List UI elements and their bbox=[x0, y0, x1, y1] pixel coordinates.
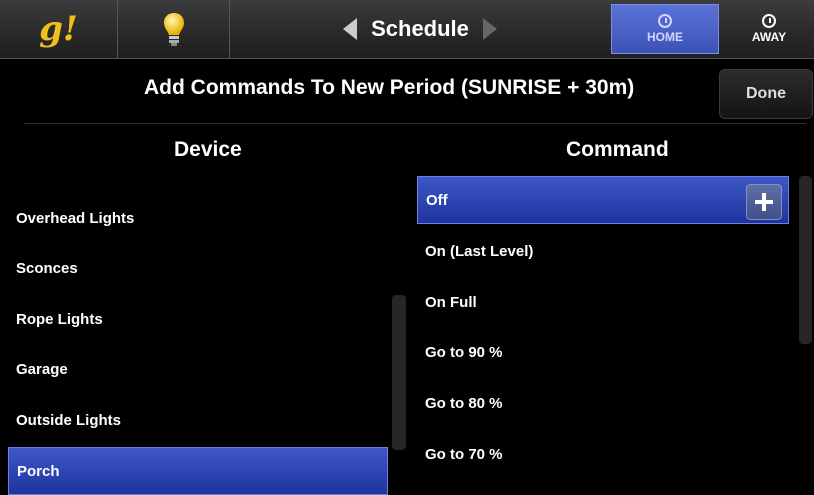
clock-icon bbox=[762, 14, 776, 28]
left-arrow-icon[interactable] bbox=[343, 18, 358, 40]
device-item-selected[interactable]: Porch bbox=[8, 447, 388, 495]
page-header: Add Commands To New Period (SUNRISE + 30… bbox=[0, 58, 814, 122]
device-item[interactable]: Rope Lights bbox=[8, 295, 388, 343]
device-label: Rope Lights bbox=[16, 310, 103, 328]
clock-icon bbox=[658, 14, 672, 28]
right-arrow-icon[interactable] bbox=[482, 18, 497, 40]
done-button[interactable]: Done bbox=[719, 69, 813, 119]
device-label: Overhead Lights bbox=[16, 209, 135, 227]
away-mode-button[interactable]: AWAY bbox=[724, 4, 814, 54]
logo-button[interactable]: g! bbox=[0, 0, 118, 58]
plus-icon[interactable] bbox=[746, 184, 782, 220]
command-label: On Full bbox=[425, 294, 477, 311]
command-item[interactable]: On Full bbox=[417, 277, 789, 325]
command-label: Go to 70 % bbox=[425, 446, 503, 463]
command-label: Off bbox=[426, 191, 448, 209]
command-item-selected[interactable]: Off bbox=[417, 176, 789, 224]
device-item[interactable]: Sconces bbox=[8, 244, 388, 292]
command-label: Go to 90 % bbox=[425, 344, 503, 361]
command-item[interactable]: Go to 90 % bbox=[417, 327, 789, 375]
command-label: Go to 80 % bbox=[425, 395, 503, 412]
home-mode-button[interactable]: HOME bbox=[611, 4, 719, 54]
device-label: Sconces bbox=[16, 259, 78, 277]
header-divider bbox=[24, 123, 806, 124]
device-item[interactable]: Overhead Lights bbox=[8, 194, 388, 242]
schedule-title-bar: Schedule bbox=[230, 0, 610, 58]
device-item[interactable]: Outside Lights bbox=[8, 396, 388, 444]
away-label: AWAY bbox=[751, 30, 787, 44]
home-label: HOME bbox=[647, 30, 683, 44]
lightbulb-icon bbox=[163, 13, 184, 46]
command-scrollbar[interactable] bbox=[799, 176, 812, 344]
device-column-heading: Device bbox=[174, 138, 242, 161]
command-item[interactable]: Go to 80 % bbox=[417, 378, 789, 426]
schedule-title: Schedule bbox=[371, 16, 469, 41]
device-label: Outside Lights bbox=[16, 411, 121, 429]
command-label: On (Last Level) bbox=[425, 243, 534, 260]
device-label: Porch bbox=[17, 462, 60, 480]
device-item[interactable]: Garage bbox=[8, 345, 388, 393]
top-toolbar: g! Schedule HOME AWAY bbox=[0, 0, 814, 59]
command-item[interactable]: Go to 70 % bbox=[417, 429, 789, 477]
command-item[interactable]: On (Last Level) bbox=[417, 226, 789, 274]
device-scrollbar[interactable] bbox=[392, 295, 406, 450]
command-column-heading: Command bbox=[566, 138, 669, 161]
page-title: Add Commands To New Period (SUNRISE + 30… bbox=[144, 76, 635, 99]
lights-button[interactable] bbox=[118, 0, 230, 58]
device-label: Garage bbox=[16, 360, 68, 378]
